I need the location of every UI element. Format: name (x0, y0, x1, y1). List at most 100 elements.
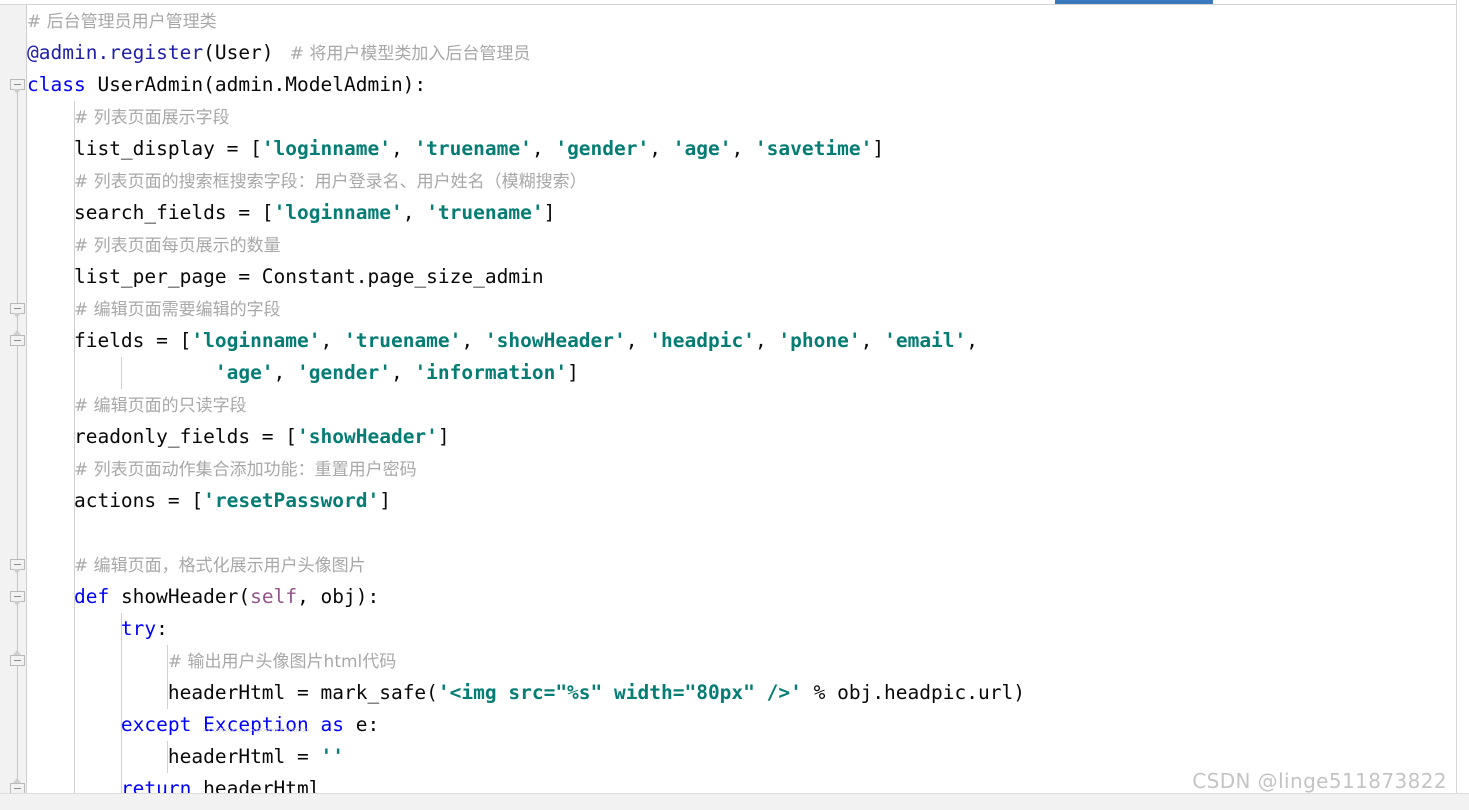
code-line[interactable]: actions = ['resetPassword'] (27, 485, 1456, 517)
code-line[interactable]: 'age', 'gender', 'information'] (27, 357, 1456, 389)
code-token-str: 'email' (884, 329, 967, 352)
code-token-plain: list_per_page = Constant.page_size_admin (73, 265, 544, 288)
fold-tip-down (13, 89, 21, 94)
fold-tip-up (13, 330, 21, 335)
fold-toggle-icon[interactable] (10, 559, 25, 574)
code-token-str: 'truename' (426, 201, 544, 224)
code-token-deco: @admin.register (27, 41, 204, 64)
code-token-str: 'headpic' (649, 329, 755, 352)
code-token-str: 'loginname' (191, 329, 321, 352)
indent-guide (73, 101, 75, 793)
code-line[interactable]: fields = ['loginname', 'truename', 'show… (27, 325, 1456, 357)
fold-tip-down (13, 313, 21, 318)
code-token-str: 'savetime' (754, 137, 873, 160)
code-token-plain: ] (567, 361, 579, 384)
code-token-str: '' (320, 745, 344, 768)
fold-toggle-icon[interactable] (10, 79, 25, 94)
code-token-cmt: # 编辑页面，格式化展示用户头像图片 (73, 556, 366, 576)
code-line[interactable]: class UserAdmin(admin.ModelAdmin): (27, 69, 1456, 101)
code-token-str: 'loginname' (273, 201, 403, 224)
horizontal-scrollbar-thumb[interactable] (1055, 0, 1213, 4)
fold-toggle-icon[interactable] (10, 303, 25, 318)
code-token-str: 'showHeader' (297, 425, 438, 448)
code-line[interactable]: # 列表页面每页展示的数量 (27, 229, 1456, 261)
code-line[interactable]: # 编辑页面，格式化展示用户头像图片 (27, 549, 1456, 581)
fold-toggle-icon[interactable] (10, 591, 25, 606)
code-line[interactable] (27, 517, 1456, 549)
code-line[interactable]: def showHeader(self, obj): (27, 581, 1456, 613)
fold-tip-down (13, 601, 21, 606)
code-token-kw2: return (120, 777, 192, 793)
code-token-self: self (250, 585, 298, 608)
code-token-plain: , (390, 137, 415, 160)
code-token-plain: readonly_fields = [ (73, 425, 298, 448)
code-line[interactable]: try: (27, 613, 1456, 645)
code-token-str: '<img src="%s" width="80px" />' (437, 681, 802, 704)
code-token-cmt: # 编辑页面需要编辑的字段 (73, 300, 281, 320)
code-token-plain: , (320, 329, 344, 352)
code-line[interactable]: headerHtml = mark_safe('<img src="%s" wi… (27, 677, 1456, 709)
fold-toggle-icon[interactable] (10, 650, 25, 670)
code-token-cmt: # 列表页面的搜索框搜索字段：用户登录名、用户姓名（模糊搜索） (73, 172, 587, 192)
code-token-plain: , (402, 201, 427, 224)
fold-spine (17, 80, 18, 797)
code-token-str: 'phone' (778, 329, 861, 352)
editor-status-strip (0, 793, 1469, 810)
code-token-str: 'age' (214, 361, 274, 384)
code-token-plain: % obj.headpic.url) (801, 681, 1025, 704)
code-token-plain: , (273, 361, 298, 384)
code-line[interactable]: search_fields = ['loginname', 'truename'… (27, 197, 1456, 229)
code-token-plain: , (461, 329, 485, 352)
code-line[interactable]: list_display = ['loginname', 'truename',… (27, 133, 1456, 165)
code-line[interactable]: # 列表页面展示字段 (27, 101, 1456, 133)
code-token-plain: (User) (203, 41, 274, 64)
code-line[interactable]: # 编辑页面需要编辑的字段 (27, 293, 1456, 325)
code-line[interactable]: list_per_page = Constant.page_size_admin (27, 261, 1456, 293)
code-line[interactable]: # 列表页面动作集合添加功能：重置用户密码 (27, 453, 1456, 485)
code-line[interactable]: # 输出用户头像图片html代码 (27, 645, 1456, 677)
code-token-str: 'resetPassword' (203, 489, 380, 512)
code-token-plain: , (966, 329, 979, 352)
code-line[interactable]: @admin.register(User) # 将用户模型类加入后台管理员 (27, 37, 1456, 69)
code-token-plain: headerHtml = (167, 745, 321, 768)
code-token-plain: list_display = [ (73, 137, 262, 160)
indent-guide (120, 357, 122, 389)
code-line[interactable]: # 后台管理员用户管理类 (27, 5, 1456, 37)
code-content-area[interactable]: # 后台管理员用户管理类 @admin.register(User) # 将用户模… (27, 5, 1456, 793)
code-token-kw2: try (120, 617, 157, 640)
code-token-plain: UserAdmin(admin.ModelAdmin): (85, 73, 427, 96)
fold-tip-up (13, 778, 21, 783)
fold-tip-down (13, 569, 21, 574)
code-token-plain: , (390, 361, 415, 384)
code-token-str: 'loginname' (261, 137, 391, 160)
code-line[interactable]: readonly_fields = ['showHeader'] (27, 421, 1456, 453)
code-token-str: 'age' (672, 137, 732, 160)
code-token-cmt: # 列表页面展示字段 (73, 108, 230, 128)
editor-gutter[interactable] (0, 5, 26, 793)
code-token-str: 'information' (414, 361, 568, 384)
code-token-plain: , (531, 137, 556, 160)
code-token-cmt: # 列表页面每页展示的数量 (73, 236, 281, 256)
code-token-plain: , (860, 329, 885, 352)
code-line[interactable]: except Exception as e: (27, 709, 1456, 741)
code-token-plain: , (754, 329, 779, 352)
fold-toggle-icon[interactable] (10, 330, 25, 350)
code-token-plain: showHeader( (109, 585, 251, 608)
code-line[interactable]: # 编辑页面的只读字段 (27, 389, 1456, 421)
code-token-cmt: # 输出用户头像图片html代码 (167, 652, 397, 672)
indent-guide (167, 741, 169, 773)
indent-guide (120, 613, 122, 793)
code-line[interactable]: # 列表页面的搜索框搜索字段：用户登录名、用户姓名（模糊搜索） (27, 165, 1456, 197)
code-token-cmt: # 后台管理员用户管理类 (27, 12, 217, 32)
